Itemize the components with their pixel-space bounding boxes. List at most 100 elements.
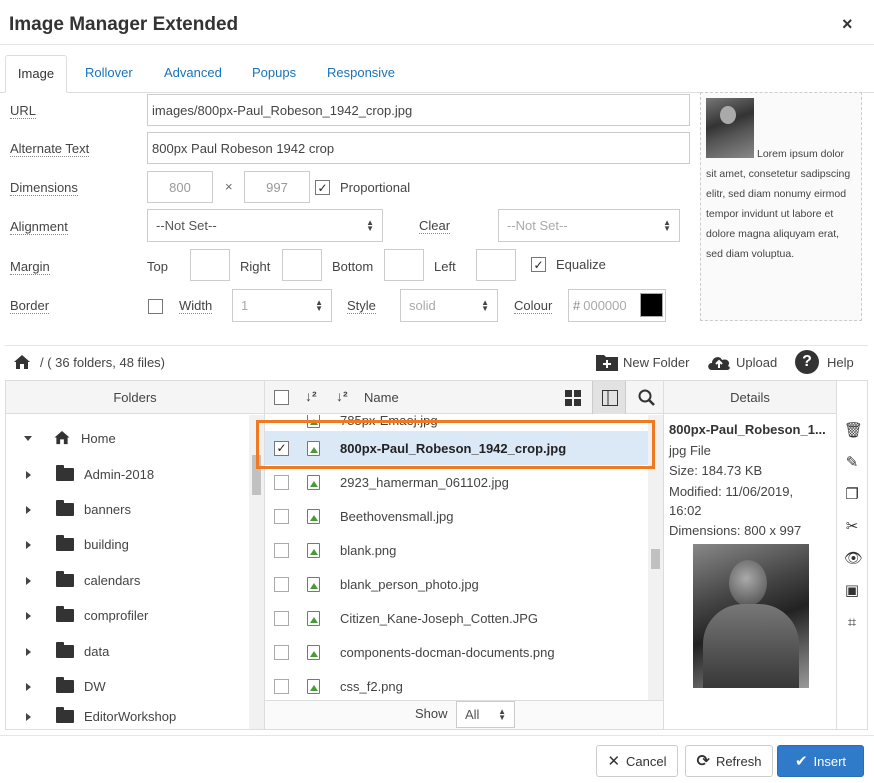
select-arrows-icon: ▲ ▼ bbox=[481, 297, 489, 313]
width-input[interactable]: 800 bbox=[147, 171, 213, 203]
file-row[interactable]: Citizen_Kane-Joseph_Cotten.JPG bbox=[265, 601, 655, 635]
folder-item[interactable]: data bbox=[6, 634, 109, 669]
border-style-select[interactable]: solid ▲ ▼ bbox=[400, 289, 498, 322]
folder-item[interactable]: building bbox=[6, 527, 129, 562]
folder-label: calendars bbox=[84, 573, 141, 588]
details-view-toggle[interactable] bbox=[592, 381, 626, 414]
crop-icon[interactable]: ⌗ bbox=[844, 615, 860, 631]
image-file-icon bbox=[307, 542, 320, 558]
proportional-checkbox[interactable]: ✓ bbox=[315, 180, 330, 195]
caret-right-icon[interactable] bbox=[26, 712, 31, 721]
folder-item[interactable]: EditorWorkshop bbox=[6, 704, 176, 729]
alignment-select[interactable]: --Not Set-- ▲ ▼ bbox=[147, 209, 383, 242]
image-file-icon bbox=[307, 576, 320, 592]
file-row[interactable]: Beethovensmall.jpg bbox=[265, 499, 655, 533]
folder-label: Admin-2018 bbox=[84, 467, 155, 482]
grid-view-icon[interactable] bbox=[565, 390, 581, 409]
select-all-checkbox[interactable] bbox=[274, 390, 289, 405]
folder-item[interactable]: calendars bbox=[6, 563, 140, 598]
file-row[interactable]: css_f2.png bbox=[265, 669, 655, 700]
caret-right-icon[interactable] bbox=[26, 647, 31, 656]
equalize-checkbox[interactable]: ✓ bbox=[531, 257, 546, 272]
tab-image[interactable]: Image bbox=[5, 55, 67, 93]
close-icon[interactable]: × bbox=[842, 14, 853, 35]
file-row[interactable]: components-docman-documents.png bbox=[265, 635, 655, 669]
file-checkbox[interactable] bbox=[274, 576, 289, 592]
folder-label: banners bbox=[84, 502, 131, 517]
caret-right-icon[interactable] bbox=[26, 505, 31, 514]
tab-advanced[interactable]: Advanced bbox=[154, 55, 232, 93]
folder-icon bbox=[56, 535, 74, 551]
clear-value: --Not Set-- bbox=[507, 218, 568, 233]
alignment-value: --Not Set-- bbox=[156, 218, 217, 233]
border-checkbox[interactable] bbox=[148, 299, 163, 314]
file-checkbox[interactable] bbox=[274, 610, 289, 626]
tab-popups[interactable]: Popups bbox=[242, 55, 306, 93]
caret-right-icon[interactable] bbox=[26, 576, 31, 585]
tab-responsive[interactable]: Responsive bbox=[317, 55, 405, 93]
refresh-button[interactable]: ⟳ Refresh bbox=[685, 745, 773, 777]
copy-icon[interactable]: ❐ bbox=[844, 487, 860, 503]
image-icon[interactable]: ▣ bbox=[844, 583, 860, 599]
file-checkbox[interactable] bbox=[274, 644, 289, 660]
margin-top-input[interactable] bbox=[190, 249, 230, 281]
folder-icon bbox=[56, 571, 74, 587]
caret-right-icon[interactable] bbox=[26, 611, 31, 620]
folder-item[interactable]: comprofiler bbox=[6, 598, 148, 633]
image-file-icon bbox=[307, 508, 320, 524]
help-icon[interactable]: ? bbox=[795, 350, 819, 374]
file-checkbox[interactable] bbox=[274, 508, 289, 524]
tab-rollover[interactable]: Rollover bbox=[75, 55, 143, 93]
caret-right-icon[interactable] bbox=[26, 540, 31, 549]
colour-swatch[interactable] bbox=[640, 293, 663, 317]
border-width-value: 1 bbox=[241, 298, 249, 313]
sort-desc-icon[interactable]: ↓² bbox=[305, 388, 317, 404]
sort-asc-icon[interactable]: ↓² bbox=[336, 388, 348, 404]
alt-text-input[interactable]: 800px Paul Robeson 1942 crop bbox=[147, 132, 690, 164]
refresh-icon: ⟳ bbox=[696, 753, 710, 770]
edit-icon[interactable]: ✎ bbox=[844, 455, 860, 471]
border-colour-value: 000000 bbox=[583, 298, 627, 313]
caret-right-icon[interactable] bbox=[26, 470, 31, 479]
margin-bottom-input[interactable] bbox=[384, 249, 424, 281]
margin-left-label: Left bbox=[434, 259, 456, 274]
border-width-select[interactable]: 1 ▲ ▼ bbox=[232, 289, 332, 322]
cut-icon[interactable]: ✂ bbox=[844, 519, 860, 535]
new-folder-icon[interactable] bbox=[595, 352, 619, 375]
border-width-label: Width bbox=[179, 298, 213, 314]
cancel-button[interactable]: ✕ Cancel bbox=[596, 745, 678, 777]
proportional-label: Proportional bbox=[340, 180, 411, 195]
upload-button[interactable]: Upload bbox=[736, 355, 777, 370]
file-checkbox[interactable] bbox=[274, 678, 289, 694]
folder-item[interactable]: banners bbox=[6, 492, 131, 527]
scrollbar-thumb[interactable] bbox=[651, 549, 660, 569]
upload-icon[interactable] bbox=[706, 352, 732, 375]
file-checkbox[interactable] bbox=[274, 474, 289, 490]
height-input[interactable]: 997 bbox=[244, 171, 310, 203]
insert-button[interactable]: ✔ Insert bbox=[777, 745, 864, 777]
search-icon[interactable] bbox=[638, 389, 655, 409]
margin-left-input[interactable] bbox=[476, 249, 516, 281]
caret-down-icon[interactable] bbox=[24, 436, 32, 441]
folder-item[interactable]: Admin-2018 bbox=[6, 457, 154, 492]
file-row[interactable]: blank_person_photo.jpg bbox=[265, 567, 655, 601]
url-input[interactable]: images/800px-Paul_Robeson_1942_crop.jpg bbox=[147, 94, 690, 126]
file-row[interactable]: 2923_hamerman_061102.jpg bbox=[265, 465, 655, 499]
file-row[interactable]: blank.png bbox=[265, 533, 655, 567]
folder-path: / ( 36 folders, 48 files) bbox=[40, 355, 165, 370]
show-select[interactable]: All ▲ ▼ bbox=[456, 701, 515, 728]
trash-icon[interactable]: 🗑 bbox=[844, 423, 863, 439]
url-label: URL bbox=[10, 103, 37, 119]
name-column-header[interactable]: Name bbox=[364, 390, 399, 405]
file-checkbox[interactable] bbox=[274, 542, 289, 558]
folder-item-home[interactable]: Home bbox=[6, 421, 116, 456]
clear-select[interactable]: --Not Set-- ▲ ▼ bbox=[498, 209, 680, 242]
margin-right-input[interactable] bbox=[282, 249, 322, 281]
home-icon[interactable] bbox=[13, 354, 31, 373]
folder-item[interactable]: DW bbox=[6, 669, 106, 704]
new-folder-button[interactable]: New Folder bbox=[623, 355, 689, 370]
caret-right-icon[interactable] bbox=[26, 682, 31, 691]
view-icon[interactable]: 👁 bbox=[844, 551, 863, 567]
folder-label: comprofiler bbox=[84, 608, 149, 623]
help-button[interactable]: Help bbox=[827, 355, 854, 370]
